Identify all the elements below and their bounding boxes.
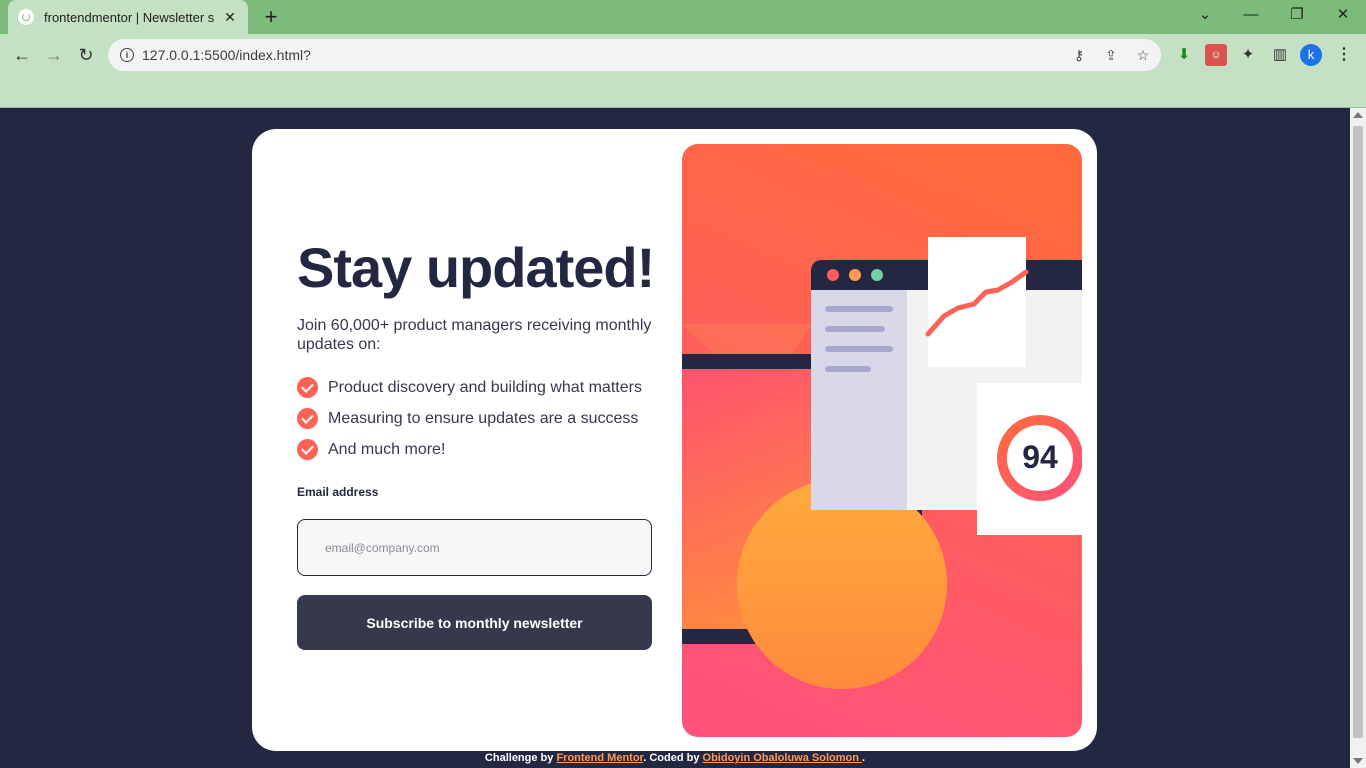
list-item: And much more! xyxy=(297,434,642,465)
scroll-down-icon[interactable] xyxy=(1353,758,1363,764)
vertical-scrollbar[interactable] xyxy=(1350,108,1366,768)
browser-tab[interactable]: frontendmentor | Newsletter sig ✕ xyxy=(8,0,248,34)
reload-icon[interactable]: ↻ xyxy=(73,42,99,68)
address-bar[interactable]: i 127.0.0.1:5500/index.html? ⚷ ⇪ ☆ xyxy=(108,39,1161,71)
check-icon xyxy=(297,377,318,398)
frontend-mentor-link[interactable]: Frontend Mentor xyxy=(556,752,643,764)
attribution-prefix: Challenge by xyxy=(484,752,557,764)
back-icon[interactable]: ← xyxy=(9,42,35,68)
feature-text: Measuring to ensure updates are a succes… xyxy=(328,409,639,427)
email-field[interactable] xyxy=(297,519,652,576)
tab-strip: frontendmentor | Newsletter sig ✕ + ⌄ — … xyxy=(0,0,1366,34)
menu-icon[interactable]: ⋮ xyxy=(1334,44,1354,66)
page-viewport: Stay updated! Join 60,000+ product manag… xyxy=(0,108,1350,768)
attribution-suffix: . xyxy=(862,752,866,764)
check-icon xyxy=(297,439,318,460)
side-panel-icon[interactable]: ▥ xyxy=(1269,44,1291,66)
url-text[interactable]: 127.0.0.1:5500/index.html? xyxy=(142,47,311,63)
omnibox-actions: ⚷ ⇪ ☆ xyxy=(1069,45,1153,65)
intro-text: Join 60,000+ product managers receiving … xyxy=(297,317,652,353)
attribution-middle: . Coded by xyxy=(643,752,703,764)
share-icon[interactable]: ⇪ xyxy=(1101,45,1121,65)
close-window-button[interactable]: ✕ xyxy=(1320,0,1366,32)
puzzle-icon[interactable]: ✦ xyxy=(1237,44,1259,66)
author-link[interactable]: Obidoyin Obaloluwa Solomon xyxy=(703,752,863,764)
attribution: Challenge by Frontend Mentor. Coded by O… xyxy=(0,752,1350,768)
feature-list: Product discovery and building what matt… xyxy=(297,372,642,465)
feature-text: And much more! xyxy=(328,440,446,458)
check-icon xyxy=(297,408,318,429)
favicon-icon xyxy=(18,9,34,25)
feature-text: Product discovery and building what matt… xyxy=(328,378,642,396)
key-icon[interactable]: ⚷ xyxy=(1069,45,1089,65)
restore-button[interactable]: ❐ xyxy=(1274,0,1320,32)
list-item: Product discovery and building what matt… xyxy=(297,372,642,403)
email-label: Email address xyxy=(297,485,379,499)
list-item: Measuring to ensure updates are a succes… xyxy=(297,403,642,434)
bookmark-bar xyxy=(0,76,1366,108)
tab-close-icon[interactable]: ✕ xyxy=(222,9,238,26)
forward-icon[interactable]: → xyxy=(41,42,67,68)
scroll-up-icon[interactable] xyxy=(1353,112,1363,118)
score-label: 94 xyxy=(1022,439,1058,475)
new-tab-button[interactable]: + xyxy=(258,4,284,30)
illustration: 94 xyxy=(682,144,1082,737)
newsletter-card: Stay updated! Join 60,000+ product manag… xyxy=(252,129,1097,751)
profile-avatar[interactable]: k xyxy=(1300,44,1322,66)
page-title: Stay updated! xyxy=(297,236,655,299)
subscribe-button[interactable]: Subscribe to monthly newsletter xyxy=(297,595,652,650)
minimize-button[interactable]: — xyxy=(1228,0,1274,32)
tab-title: frontendmentor | Newsletter sig xyxy=(44,9,214,25)
download-extension-icon[interactable]: ⬇ xyxy=(1173,44,1195,66)
scroll-thumb[interactable] xyxy=(1353,126,1363,738)
star-icon[interactable]: ☆ xyxy=(1133,45,1153,65)
info-icon[interactable]: i xyxy=(120,48,134,62)
tab-search-button[interactable]: ⌄ xyxy=(1182,0,1228,32)
extension-avatar-icon[interactable]: ☺ xyxy=(1205,44,1227,66)
